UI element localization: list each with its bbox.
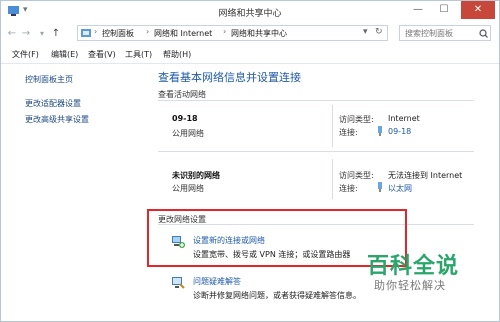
address-dropdown-icon[interactable]: ▾: [363, 27, 368, 37]
forward-button[interactable]: →: [19, 26, 33, 42]
access-type-label: 访问类型:: [339, 171, 374, 180]
wifi-signal-icon: [378, 126, 382, 136]
divider: [332, 159, 333, 199]
breadcrumb-network-sharing-center[interactable]: 网络和共享中心: [231, 28, 287, 39]
divider: [158, 151, 474, 152]
divider: [1, 63, 499, 64]
menu-edit[interactable]: 编辑(E): [51, 49, 78, 60]
minimize-button[interactable]: —: [405, 1, 431, 19]
refresh-icon[interactable]: ↻: [375, 27, 383, 37]
sidebar-item-change-advanced-sharing[interactable]: 更改高级共享设置: [25, 114, 89, 125]
menu-file[interactable]: 文件(F): [12, 49, 39, 60]
active-networks-label: 查看活动网络: [158, 90, 206, 99]
breadcrumb-separator: ›: [223, 27, 227, 36]
access-type-label: 访问类型:: [339, 115, 374, 124]
connection-link-wifi[interactable]: 09-18: [388, 127, 411, 136]
sidebar-item-change-adapter-settings[interactable]: 更改适配器设置: [25, 98, 81, 109]
recent-locations-dropdown[interactable]: ▾: [35, 26, 49, 42]
connections-label: 连接:: [339, 128, 358, 137]
watermark-tagline: 助你轻松解决: [374, 279, 446, 292]
breadcrumb-separator: ›: [94, 27, 98, 36]
divider: [158, 100, 474, 101]
breadcrumb-control-panel[interactable]: 控制面板: [102, 28, 134, 39]
close-button[interactable]: ✕: [461, 1, 495, 19]
menu-view[interactable]: 查看(V): [88, 49, 116, 60]
menu-tools[interactable]: 工具(T): [125, 49, 152, 60]
title-bar: ▾ 网络和共享中心 — ☐ ✕: [1, 1, 499, 23]
breadcrumb-separator: ›: [146, 27, 150, 36]
network-type[interactable]: 公用网络: [172, 128, 204, 139]
troubleshoot-description: 诊断并修复网络问题，或者获得疑难解答信息。: [193, 291, 361, 300]
breadcrumb-network-internet[interactable]: 网络和 Internet: [154, 28, 212, 39]
search-placeholder: 搜索控制面板: [405, 29, 453, 38]
ethernet-icon: [378, 182, 382, 192]
menu-bar: 文件(F) 编辑(E) 查看(V) 工具(T) 帮助(H): [1, 47, 499, 63]
troubleshoot-link[interactable]: 问题疑难解答: [193, 276, 241, 287]
address-bar[interactable]: › 控制面板 › 网络和 Internet › 网络和共享中心 ▾ ↻: [77, 25, 388, 41]
connection-link-ethernet[interactable]: 以太网: [388, 183, 412, 194]
network-type[interactable]: 公用网络: [172, 183, 204, 194]
network-name: 未识别的网络: [172, 171, 220, 180]
troubleshoot-icon: [172, 277, 185, 289]
menu-help[interactable]: 帮助(H): [163, 49, 191, 60]
network-name: 09-18: [172, 114, 198, 123]
search-icon[interactable]: [479, 29, 488, 38]
search-input[interactable]: 搜索控制面板: [399, 25, 491, 41]
connections-label: 连接:: [339, 184, 358, 193]
access-type-value: 无法连接到 Internet: [388, 171, 463, 180]
control-panel-window: ▾ 网络和共享中心 — ☐ ✕ ← → ▾ ↑ › 控制面板 › 网络和 Int…: [0, 0, 500, 322]
watermark-brand: 百科全说: [367, 254, 460, 279]
sidebar-item-control-panel-home[interactable]: 控制面板主页: [25, 74, 73, 85]
maximize-button[interactable]: ☐: [431, 1, 457, 19]
divider: [332, 105, 333, 147]
page-title: 查看基本网络信息并设置连接: [158, 71, 301, 84]
back-button[interactable]: ←: [5, 26, 19, 42]
control-panel-icon: [81, 29, 91, 37]
address-row: ← → ▾ ↑ › 控制面板 › 网络和 Internet › 网络和共享中心 …: [1, 23, 499, 45]
up-button[interactable]: ↑: [49, 26, 63, 42]
access-type-value: Internet: [388, 114, 420, 123]
